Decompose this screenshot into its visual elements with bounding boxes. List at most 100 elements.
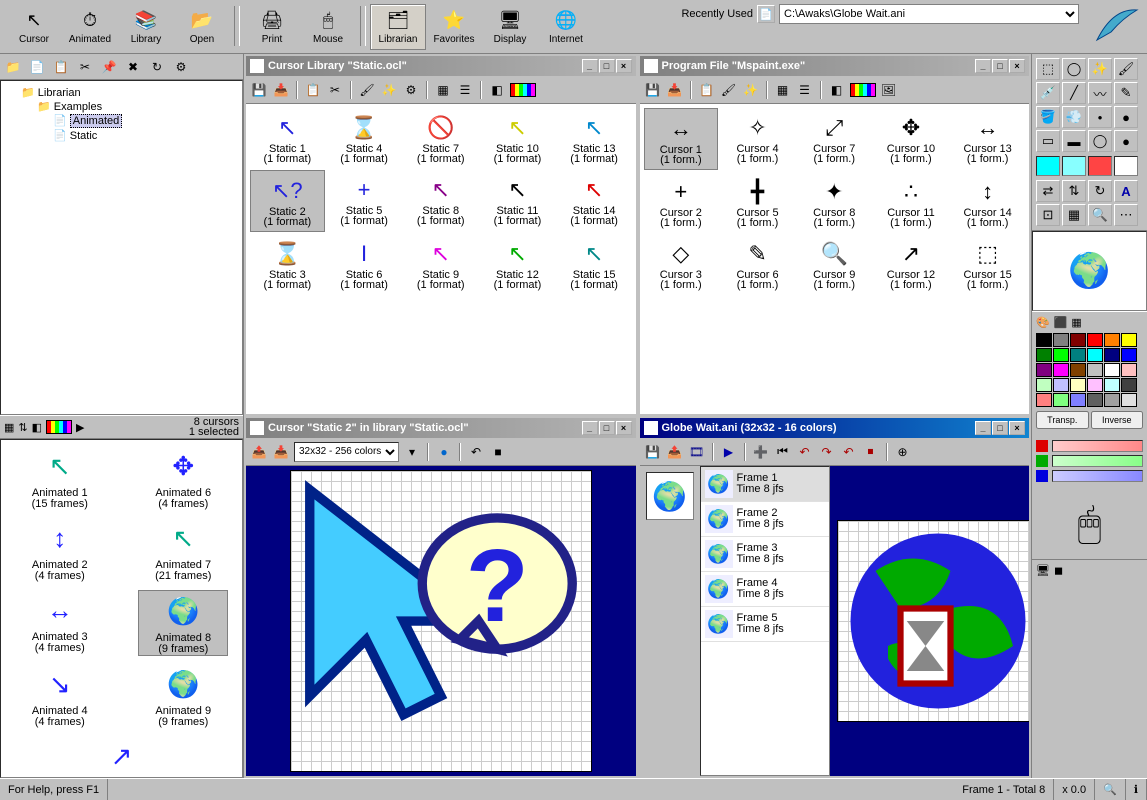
dot1-icon[interactable]: • — [1088, 106, 1112, 128]
tree-examples[interactable]: Examples 📄 Animated 📄 Static — [37, 99, 238, 144]
frame-item[interactable]: 🌍Frame 3Time 8 jfs — [701, 537, 829, 572]
cursor-item[interactable]: ⌛Static 3(1 format) — [250, 234, 325, 294]
maximize-button[interactable]: □ — [599, 59, 615, 73]
square-icon[interactable]: ◼ — [1054, 564, 1063, 577]
palette-color[interactable] — [1087, 393, 1103, 407]
transp-button[interactable]: Transp. — [1036, 411, 1089, 429]
cursor-item[interactable]: ✎Cursor 6(1 form.) — [720, 234, 795, 294]
tree-static[interactable]: 📄 Static — [53, 128, 238, 143]
rect-tool-icon[interactable]: ▭ — [1036, 130, 1060, 152]
undo2-icon[interactable]: ↶ — [840, 443, 858, 461]
g-slider[interactable] — [1052, 455, 1143, 467]
colors-icon[interactable] — [850, 83, 876, 97]
color-blank[interactable] — [1114, 156, 1138, 176]
close-button[interactable]: × — [616, 59, 632, 73]
text-tool-icon[interactable]: A — [1114, 180, 1138, 202]
cursor-item[interactable]: ↖Static 9(1 format) — [403, 234, 478, 294]
bw-icon[interactable]: ◧ — [32, 421, 42, 434]
palette-color[interactable] — [1070, 348, 1086, 362]
flip-v-icon[interactable]: ⇅ — [1062, 180, 1086, 202]
preview-icon[interactable]: 🖼 — [880, 81, 898, 99]
maximize-button[interactable]: □ — [992, 421, 1008, 435]
palette-color[interactable] — [1087, 363, 1103, 377]
filmstrip-icon[interactable]: 🎞 — [688, 443, 706, 461]
palette-color[interactable] — [1036, 333, 1052, 347]
palette-color[interactable] — [1087, 333, 1103, 347]
palette-color[interactable] — [1070, 363, 1086, 377]
copy-icon[interactable]: 📋 — [52, 58, 70, 76]
minimize-button[interactable]: _ — [582, 421, 598, 435]
minimize-button[interactable]: _ — [582, 59, 598, 73]
fill-tool-icon[interactable]: 🪣 — [1036, 106, 1060, 128]
cursor-item[interactable]: ⌛Static 4(1 format) — [327, 108, 402, 168]
toolbar-cursor-button[interactable]: ↖Cursor — [6, 4, 62, 50]
palette-color[interactable] — [1104, 333, 1120, 347]
color-cyan[interactable] — [1036, 156, 1060, 176]
cursor-item[interactable]: ⬚Cursor 15(1 form.) — [950, 234, 1025, 294]
palette-color[interactable] — [1087, 378, 1103, 392]
cursor-item[interactable]: ↗Cursor 12(1 form.) — [874, 234, 949, 294]
maximize-button[interactable]: □ — [992, 59, 1008, 73]
frame-item[interactable]: 🌍Frame 1Time 8 jfs — [701, 467, 829, 502]
cursor-item[interactable]: ✥Cursor 10(1 form.) — [874, 108, 949, 170]
maximize-button[interactable]: □ — [599, 421, 615, 435]
minimize-button[interactable]: _ — [975, 421, 991, 435]
close-button[interactable]: × — [1009, 59, 1025, 73]
wand-icon[interactable]: ✨ — [380, 81, 398, 99]
toolbar-mouse-button[interactable]: 🖱Mouse — [300, 4, 356, 50]
color-red[interactable] — [1088, 156, 1112, 176]
grid-toggle-icon[interactable]: ▦ — [1062, 204, 1086, 226]
black-icon[interactable]: ■ — [489, 443, 507, 461]
crop-icon[interactable]: ⊡ — [1036, 204, 1060, 226]
frame-item[interactable]: 🌍Frame 5Time 8 jfs — [701, 607, 829, 642]
palette-color[interactable] — [1036, 393, 1052, 407]
close-button[interactable]: × — [1009, 421, 1025, 435]
cursor-item[interactable]: ◇Cursor 3(1 form.) — [644, 234, 719, 294]
anim-item[interactable]: ✥Animated 6(4 frames) — [138, 446, 228, 510]
dot2-icon[interactable]: ● — [1114, 106, 1138, 128]
cursor-item[interactable]: ✦Cursor 8(1 form.) — [797, 172, 872, 232]
zoom-icon[interactable]: 🔍 — [1088, 204, 1112, 226]
size-dropdown[interactable]: 32x32 - 256 colors — [294, 442, 399, 462]
toolbar-print-button[interactable]: 🖨Print — [244, 4, 300, 50]
b-slider[interactable] — [1052, 470, 1143, 482]
monitor-icon[interactable]: 🖥 — [1036, 564, 1050, 577]
palette-color[interactable] — [1053, 333, 1069, 347]
fellipse-tool-icon[interactable]: ● — [1114, 130, 1138, 152]
spray-tool-icon[interactable]: 💨 — [1062, 106, 1086, 128]
pencil-tool-icon[interactable]: ✎ — [1114, 82, 1138, 104]
cursor-item[interactable]: ⤢Cursor 7(1 form.) — [797, 108, 872, 170]
cursor-item[interactable]: ↖Static 8(1 format) — [403, 170, 478, 232]
palette-color[interactable] — [1053, 378, 1069, 392]
more-icon[interactable]: ⋯ — [1114, 204, 1138, 226]
cut-icon[interactable]: ✂ — [326, 81, 344, 99]
tree-animated[interactable]: 📄 Animated — [53, 113, 238, 128]
colors-icon[interactable] — [46, 420, 72, 434]
cursor-item[interactable]: ↖Static 15(1 format) — [557, 234, 632, 294]
palette-color[interactable] — [1087, 348, 1103, 362]
palette-color[interactable] — [1104, 378, 1120, 392]
wand-tool-icon[interactable]: ✨ — [1088, 58, 1112, 80]
palette-opt3-icon[interactable]: ▦ — [1071, 316, 1081, 329]
toolbar-internet-button[interactable]: 🌐Internet — [538, 4, 594, 50]
play-icon[interactable]: ▶ — [76, 421, 84, 434]
palette-color[interactable] — [1121, 348, 1137, 362]
palette-opt2-icon[interactable]: ⬛ — [1054, 316, 1068, 329]
frame-item[interactable]: 🌍Frame 4Time 8 jfs — [701, 572, 829, 607]
cursor-item[interactable]: ↕Cursor 14(1 form.) — [950, 172, 1025, 232]
colors-icon[interactable] — [510, 83, 536, 97]
circle-icon[interactable]: ● — [435, 443, 453, 461]
cursor-item[interactable]: ∴Cursor 11(1 form.) — [874, 172, 949, 232]
cursor-item[interactable]: ↖Static 13(1 format) — [557, 108, 632, 168]
delete-icon[interactable]: ✖ — [124, 58, 142, 76]
undo-icon[interactable]: ↶ — [796, 443, 814, 461]
cursor-item[interactable]: +Cursor 2(1 form.) — [644, 172, 719, 232]
grid-icon[interactable]: ▦ — [774, 81, 792, 99]
status-info-icon[interactable]: ℹ — [1126, 779, 1147, 800]
palette-color[interactable] — [1121, 393, 1137, 407]
select-tool-icon[interactable]: ⬚ — [1036, 58, 1060, 80]
redo-icon[interactable]: ↷ — [818, 443, 836, 461]
import-icon[interactable]: 📥 — [666, 81, 684, 99]
new-icon[interactable]: 📄 — [28, 58, 46, 76]
undo-icon[interactable]: ↶ — [467, 443, 485, 461]
